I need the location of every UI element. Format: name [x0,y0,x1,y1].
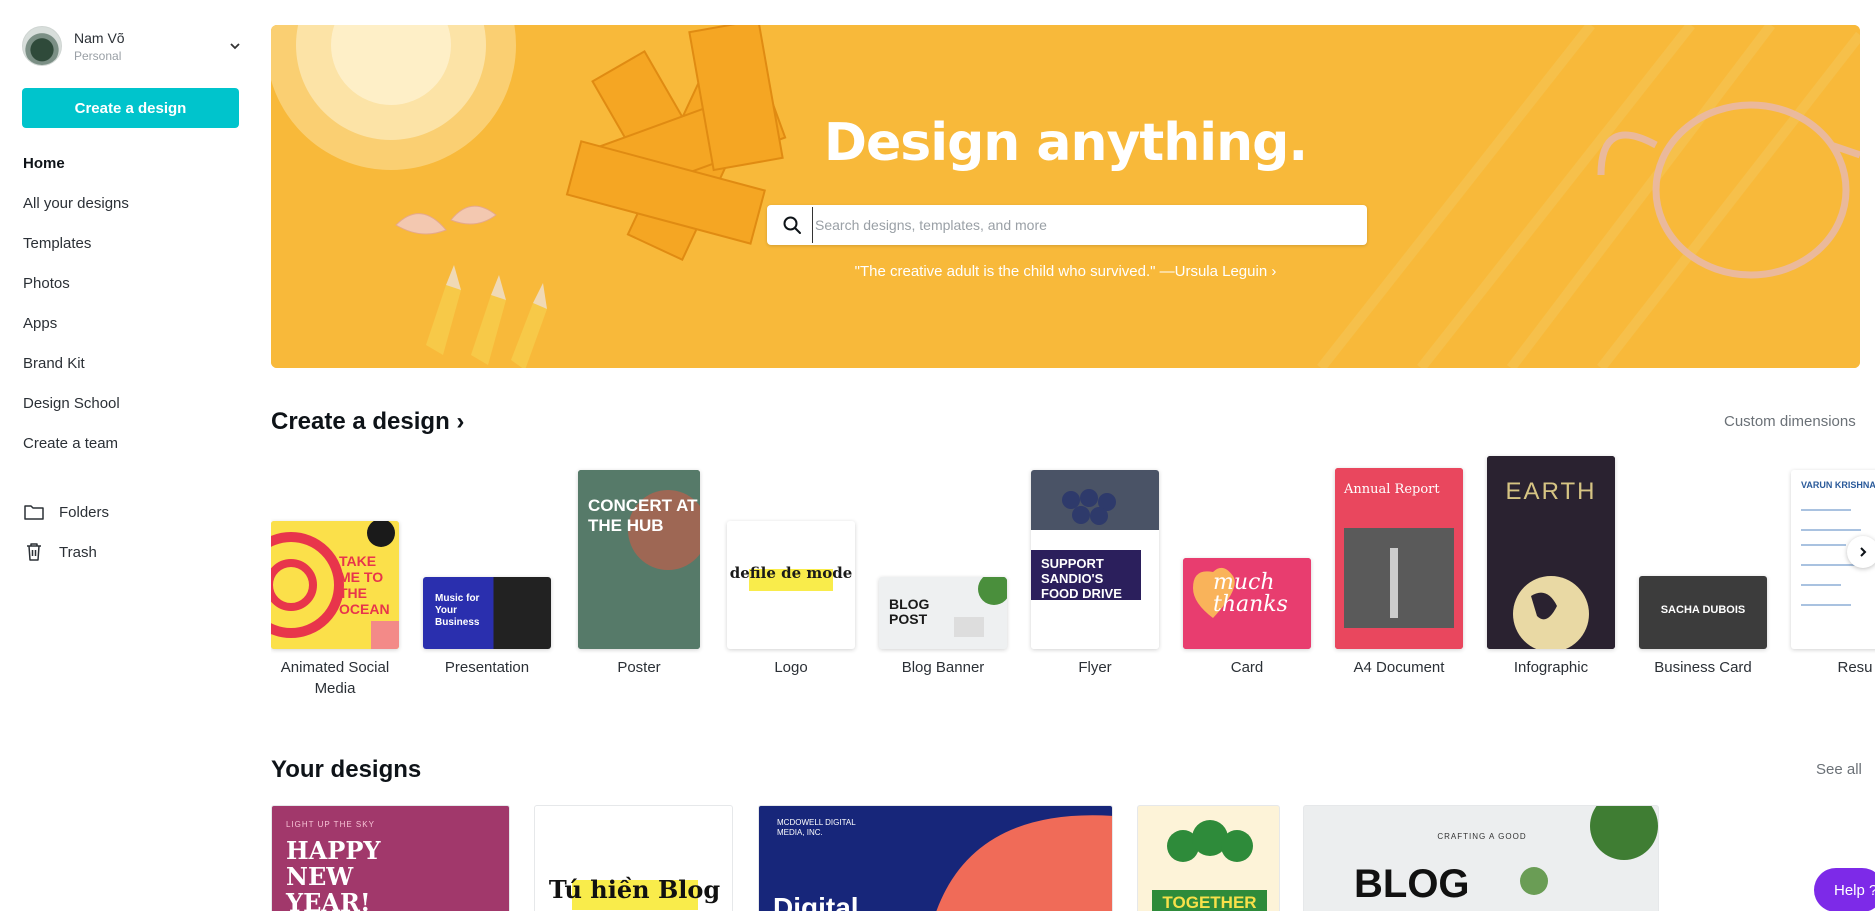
trash-icon [27,543,41,561]
design-type-label: Poster [617,659,661,676]
thumbnail-text: SACHA DUBOIS [1660,604,1746,616]
thumbnail-text: Music for Your Business [435,593,480,628]
design-type-thumbnail: CONCERT AT THE HUB [578,470,700,649]
create-design-button[interactable]: Create a design [22,88,239,128]
avatar [22,26,62,66]
thumbnail-text: BLOG POST [889,596,930,627]
sidebar-item-trash[interactable]: Trash [23,532,109,572]
sidebar-item-apps[interactable]: Apps [23,308,129,348]
design-card-title: HAPPY NEW YEAR! [286,836,381,911]
design-card-title: BLOG [1354,862,1470,906]
design-card-subtitle: CRAFTING A GOOD [1437,832,1527,841]
your-designs-heading: Your designs [271,756,422,783]
sidebar-item-label: Trash [59,543,97,561]
design-type-label: Business Card [1654,659,1752,676]
design-card[interactable]: MCDOWELL DIGITAL MEDIA, INC. Digital [758,805,1113,911]
see-all-link[interactable]: See all [1816,761,1862,778]
carousel-next-button[interactable] [1847,536,1875,568]
thumbnail-text: EARTH [1505,478,1597,505]
design-type-thumbnail: Music for Your Business [423,577,551,649]
design-card-title: TOGETHER [1162,893,1257,911]
design-type-thumbnail: much thanks [1183,558,1311,649]
design-type-thumbnail: Annual Report [1335,468,1463,649]
thumbnail-text: TAKE ME TO THE OCEAN [339,553,390,617]
sidebar: Nam Võ Personal Create a design Home All… [0,0,260,911]
account-plan: Personal [74,48,122,63]
account-name: Nam Võ [74,29,125,46]
sidebar-item-folders[interactable]: Folders [23,492,109,532]
search-bar[interactable] [767,205,1367,245]
account-text: Nam Võ Personal [74,30,228,63]
design-card-title: Digital [773,892,859,911]
sidebar-item-photos[interactable]: Photos [23,268,129,308]
design-type-label: Presentation [444,659,530,676]
create-design-heading[interactable]: Create a design › [271,408,464,436]
account-switcher[interactable]: Nam Võ Personal [22,25,242,67]
sidebar-item-create-team[interactable]: Create a team [23,428,129,468]
folder-icon [24,505,44,520]
thumbnail-text: defile de mode [729,564,853,582]
your-designs-list: LIGHT UP THE SKY HAPPY NEW YEAR! Tú hiền… [271,805,1875,911]
design-type-label: Flyer [1078,659,1112,676]
thumbnail-text: Annual Report [1344,482,1440,497]
thumbnail-text: VARUN KRISHNAN [1801,480,1875,490]
design-type-label: Logo [774,659,808,676]
search-icon [783,216,801,234]
design-type-thumbnail: SUPPORT SANDIO'S FOOD DRIVE [1031,470,1159,649]
design-type-carousel: TAKE ME TO THE OCEAN Animated Social Med… [271,450,1875,710]
sidebar-item-design-school[interactable]: Design School [23,388,129,428]
design-card[interactable]: CRAFTING A GOOD BLOG [1303,805,1659,911]
design-type-label: A4 Document [1353,659,1445,676]
design-card-subtitle: MCDOWELL DIGITAL MEDIA, INC. [777,818,856,837]
chevron-down-icon[interactable] [228,39,242,53]
thumbnail-text: CONCERT AT THE HUB [588,496,698,535]
design-type-label: Card [1230,659,1264,676]
design-card[interactable]: LIGHT UP THE SKY HAPPY NEW YEAR! [271,805,510,911]
hero-banner: Design anything. "The creative adult is … [271,25,1860,368]
design-type-label: Infographic [1513,659,1589,676]
sidebar-item-templates[interactable]: Templates [23,228,129,268]
thumbnail-text: SUPPORT SANDIO'S FOOD DRIVE [1041,556,1122,601]
help-button[interactable]: Help ? [1814,868,1875,911]
hero-quote-link[interactable]: "The creative adult is the child who sur… [271,263,1860,280]
sidebar-item-label: Folders [59,503,110,521]
sidebar-item-all-designs[interactable]: All your designs [23,188,129,228]
chevron-right-icon [1860,547,1867,557]
design-type-thumbnail: EARTH [1487,456,1615,649]
design-type-thumbnail: SACHA DUBOIS [1639,576,1767,649]
design-type-thumbnail: TAKE ME TO THE OCEAN [271,521,399,649]
hero-title: Design anything. [823,113,1308,173]
design-type-label: Animated Social Media [280,659,390,697]
design-type-label: Resu [1837,659,1873,676]
design-card-subtitle: LIGHT UP THE SKY [286,820,375,829]
design-card-title: Tú hiền Blog [548,875,721,904]
thumbnail-text: much thanks [1213,570,1288,617]
sidebar-nav: Home All your designs Templates Photos A… [23,148,129,468]
design-card[interactable]: Tú hiền Blog [534,805,733,911]
custom-dimensions-link[interactable]: Custom dimensions [1724,413,1856,430]
design-type-thumbnail: BLOG POST [879,577,1007,649]
sidebar-folders-nav: Folders Trash [23,492,109,572]
sidebar-item-home[interactable]: Home [23,148,129,188]
sidebar-item-brand-kit[interactable]: Brand Kit [23,348,129,388]
hero-background-image [271,25,1860,368]
search-input[interactable] [812,207,1367,243]
design-type-label: Blog Banner [901,659,985,676]
design-type-thumbnail: defile de mode [727,521,855,649]
design-card[interactable]: TOGETHER [1137,805,1280,911]
